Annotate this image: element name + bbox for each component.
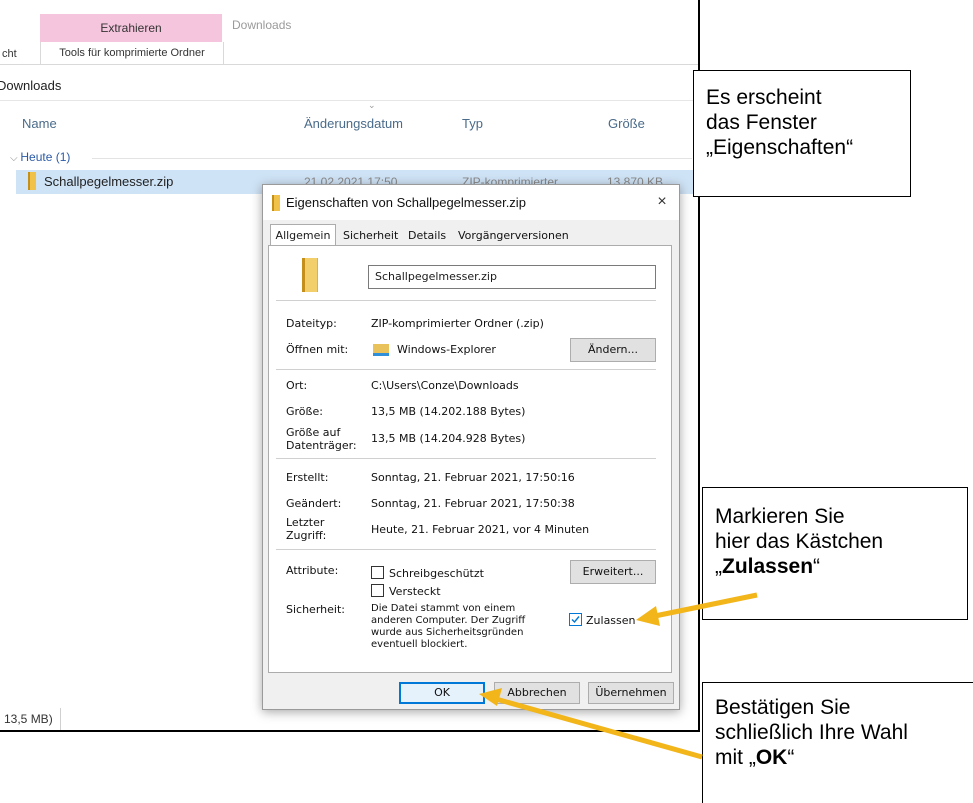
annotation-arrows [479, 592, 758, 760]
arrow-to-ok [479, 688, 703, 760]
arrow-to-zulassen [636, 592, 758, 626]
